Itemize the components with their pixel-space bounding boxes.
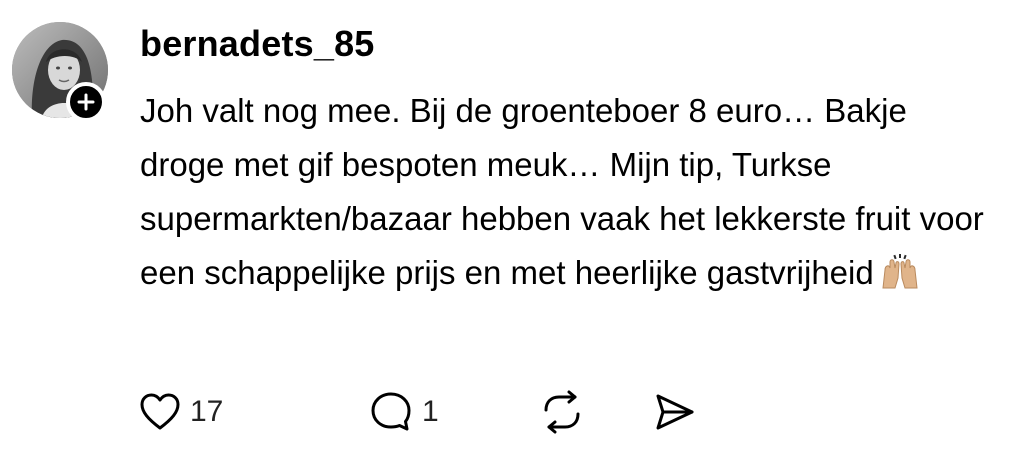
send-icon <box>656 394 694 430</box>
thread-post: bernadets_85 Joh valt nog mee. Bij de gr… <box>0 0 1024 451</box>
avatar-container[interactable] <box>12 22 108 122</box>
reply-count: 1 <box>422 395 439 428</box>
reply-button[interactable]: 1 <box>368 388 439 436</box>
repost-icon <box>544 390 580 434</box>
like-count: 17 <box>190 395 224 428</box>
repost-button[interactable] <box>538 388 586 436</box>
follow-button[interactable] <box>66 82 106 122</box>
plus-icon <box>77 93 95 111</box>
heart-icon <box>140 393 180 430</box>
comment-icon <box>371 392 411 431</box>
action-bar: 17 1 <box>138 388 758 436</box>
username[interactable]: bernadets_85 <box>140 22 375 66</box>
raising-hands-emoji-icon <box>880 252 920 306</box>
post-text: Joh valt nog mee. Bij de groenteboer 8 e… <box>140 84 990 306</box>
post-text-content: Joh valt nog mee. Bij de groenteboer 8 e… <box>140 92 993 291</box>
like-button[interactable]: 17 <box>138 388 223 436</box>
share-button[interactable] <box>650 388 698 436</box>
